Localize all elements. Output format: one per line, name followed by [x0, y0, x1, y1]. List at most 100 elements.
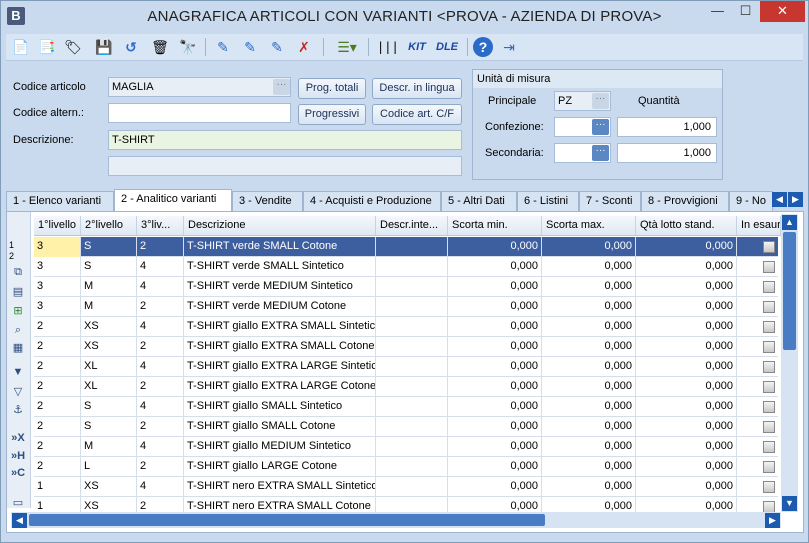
cell-l3[interactable]: 4	[137, 397, 184, 417]
codice-articolo-field[interactable]: MAGLIA	[108, 77, 291, 97]
cell-smax[interactable]: 0,000	[542, 437, 636, 457]
cell-desc[interactable]: T-SHIRT giallo MEDIUM Sintetico	[184, 437, 376, 457]
scroll-up-icon[interactable]: ▲	[782, 215, 797, 230]
binoculars-icon[interactable]: 🔭	[178, 37, 198, 57]
cell-smax[interactable]: 0,000	[542, 277, 636, 297]
minimize-button[interactable]: —	[704, 1, 731, 22]
cell-l2[interactable]: XS	[81, 317, 137, 337]
table-row[interactable]: 2 XL 2 T-SHIRT giallo EXTRA LARGE Cotone 0,0…	[34, 377, 778, 397]
cell-qlotto[interactable]: 0,000	[636, 257, 737, 277]
cell-l2[interactable]: M	[81, 437, 137, 457]
descrizione-extra-field[interactable]	[108, 156, 462, 176]
cell-qlotto[interactable]: 0,000	[636, 337, 737, 357]
tab-note[interactable]: 9 - No	[729, 191, 773, 211]
list-menu-icon[interactable]: ☰▾	[332, 37, 362, 57]
cell-l3[interactable]: 4	[137, 477, 184, 497]
cell-l1[interactable]: 2	[34, 337, 81, 357]
cell-smax[interactable]: 0,000	[542, 337, 636, 357]
cell-smax[interactable]: 0,000	[542, 477, 636, 497]
col-header-livello2[interactable]: 2°livello	[81, 216, 137, 236]
cell-dint[interactable]	[376, 437, 448, 457]
table-row[interactable]: 3 S 2 T-SHIRT verde SMALL Cotone 0,000 0,000 0…	[34, 237, 778, 257]
cell-desc[interactable]: T-SHIRT verde MEDIUM Cotone	[184, 297, 376, 317]
cell-smin[interactable]: 0,000	[448, 297, 542, 317]
cell-l2[interactable]: XL	[81, 357, 137, 377]
table-row[interactable]: 2 S 4 T-SHIRT giallo SMALL Sintetico 0,000 0,…	[34, 397, 778, 417]
secondaria-quantity-field[interactable]: 1,000	[617, 143, 717, 163]
cell-smin[interactable]: 0,000	[448, 257, 542, 277]
cell-smin[interactable]: 0,000	[448, 377, 542, 397]
tab-scroll-left-icon[interactable]: ◀	[772, 192, 787, 207]
cell-smin[interactable]: 0,000	[448, 397, 542, 417]
cell-l2[interactable]: M	[81, 297, 137, 317]
progressivi-button[interactable]: Progressivi	[298, 104, 366, 125]
cell-l1[interactable]: 3	[34, 277, 81, 297]
in-esaurimento-checkbox[interactable]	[763, 461, 775, 473]
cell-qlotto[interactable]: 0,000	[636, 457, 737, 477]
cell-l3[interactable]: 4	[137, 357, 184, 377]
table-row[interactable]: 3 M 4 T-SHIRT verde MEDIUM Sintetico 0,000 0,…	[34, 277, 778, 297]
in-esaurimento-checkbox[interactable]	[763, 401, 775, 413]
close-button[interactable]: ✕	[760, 1, 805, 22]
cell-smin[interactable]: 0,000	[448, 457, 542, 477]
horizontal-scroll-thumb[interactable]	[29, 514, 545, 526]
table-row[interactable]: 2 L 2 T-SHIRT giallo LARGE Cotone 0,000 0,000…	[34, 457, 778, 477]
cell-l3[interactable]: 4	[137, 317, 184, 337]
codice-altern-field[interactable]	[108, 103, 291, 123]
kit-icon[interactable]: KIT	[403, 37, 431, 57]
col-header-qta-lotto[interactable]: Qtà lotto stand.	[636, 216, 737, 236]
principale-lookup-button[interactable]: ···	[592, 93, 609, 109]
cell-l3[interactable]: 4	[137, 277, 184, 297]
cell-dint[interactable]	[376, 477, 448, 497]
cell-qlotto[interactable]: 0,000	[636, 297, 737, 317]
cell-smax[interactable]: 0,000	[542, 457, 636, 477]
in-esaurimento-checkbox[interactable]	[763, 261, 775, 273]
cell-qlotto[interactable]: 0,000	[636, 277, 737, 297]
document-icon[interactable]: ▤	[10, 284, 26, 300]
cell-qlotto[interactable]: 0,000	[636, 377, 737, 397]
save-icon[interactable]: 💾	[94, 37, 114, 57]
cell-smin[interactable]: 0,000	[448, 477, 542, 497]
codice-articolo-lookup-button[interactable]: ···	[273, 79, 290, 95]
cell-desc[interactable]: T-SHIRT giallo SMALL Sintetico	[184, 397, 376, 417]
table-row[interactable]: 2 XS 2 T-SHIRT giallo EXTRA SMALL Cotone 0,0…	[34, 337, 778, 357]
edit-cancel-icon[interactable]: ✗	[294, 37, 314, 57]
cell-smax[interactable]: 0,000	[542, 237, 636, 257]
tab-listini[interactable]: 6 - Listini	[517, 191, 579, 211]
cell-l2[interactable]: S	[81, 257, 137, 277]
cell-dint[interactable]	[376, 417, 448, 437]
insert-row-icon[interactable]: ⊞	[10, 303, 26, 319]
prog-totali-button[interactable]: Prog. totali	[298, 78, 366, 99]
new-doc-icon[interactable]: 📄	[11, 37, 31, 57]
col-header-scorta-min[interactable]: Scorta min.	[448, 216, 542, 236]
export-c-icon[interactable]: »C	[10, 465, 26, 481]
filter-icon[interactable]: ▼	[10, 364, 26, 380]
cell-l2[interactable]: XS	[81, 337, 137, 357]
secondaria-lookup-button[interactable]: ···	[592, 145, 609, 161]
cell-smin[interactable]: 0,000	[448, 417, 542, 437]
cell-dint[interactable]	[376, 377, 448, 397]
cell-smax[interactable]: 0,000	[542, 257, 636, 277]
cell-smax[interactable]: 0,000	[542, 397, 636, 417]
cell-l1[interactable]: 3	[34, 257, 81, 277]
edit-pen3-icon[interactable]: ✎	[267, 37, 287, 57]
cell-l1[interactable]: 2	[34, 417, 81, 437]
cell-smax[interactable]: 0,000	[542, 317, 636, 337]
cell-l2[interactable]: S	[81, 417, 137, 437]
tab-sconti[interactable]: 7 - Sconti	[579, 191, 641, 211]
cell-qlotto[interactable]: 0,000	[636, 357, 737, 377]
cell-desc[interactable]: T-SHIRT verde SMALL Cotone	[184, 237, 376, 257]
cell-desc[interactable]: T-SHIRT giallo SMALL Cotone	[184, 417, 376, 437]
in-esaurimento-checkbox[interactable]	[763, 481, 775, 493]
table-row[interactable]: 3 M 2 T-SHIRT verde MEDIUM Cotone 0,000 0,000…	[34, 297, 778, 317]
cell-desc[interactable]: T-SHIRT giallo EXTRA SMALL Sintetico	[184, 317, 376, 337]
cell-dint[interactable]	[376, 257, 448, 277]
cell-desc[interactable]: T-SHIRT verde SMALL Sintetico	[184, 257, 376, 277]
in-esaurimento-checkbox[interactable]	[763, 321, 775, 333]
cell-dint[interactable]	[376, 457, 448, 477]
dle-icon[interactable]: DLE	[433, 37, 461, 57]
in-esaurimento-checkbox[interactable]	[763, 381, 775, 393]
cell-l3[interactable]: 2	[137, 297, 184, 317]
export-h-icon[interactable]: »H	[10, 448, 26, 464]
in-esaurimento-checkbox[interactable]	[763, 341, 775, 353]
